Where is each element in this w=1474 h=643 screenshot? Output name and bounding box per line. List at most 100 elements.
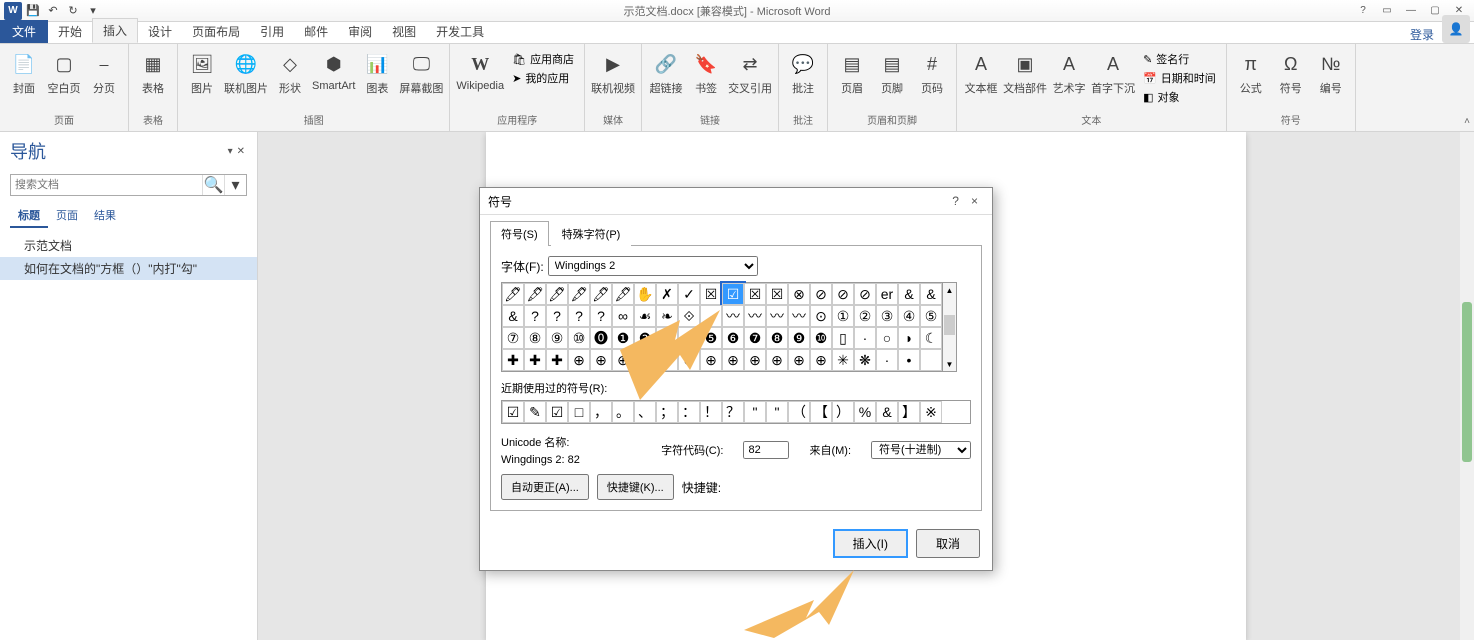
recent-symbol-cell[interactable]: ， — [590, 401, 612, 423]
recent-symbol-cell[interactable]: ） — [832, 401, 854, 423]
tab-symbols[interactable]: 符号(S) — [490, 221, 549, 246]
symbol-cell[interactable]: ❾ — [788, 327, 810, 349]
symbol-cell[interactable]: ◗ — [898, 327, 920, 349]
symbol-cell[interactable]: er — [876, 283, 898, 305]
from-select[interactable]: 符号(十进制) — [871, 441, 971, 459]
symbol-cell[interactable]: ⊕ — [700, 349, 722, 371]
dialog-help-icon[interactable]: ? — [946, 192, 965, 210]
symbol-cell[interactable]: ⑨ — [546, 327, 568, 349]
symbol-grid-scrollbar[interactable]: ▲ ▼ — [943, 282, 957, 372]
cmd-SmartArt[interactable]: ⬢SmartArt — [312, 50, 355, 92]
cmd-书签[interactable]: 🔖书签 — [688, 50, 724, 96]
symbol-cell[interactable]: ☑ — [722, 283, 744, 305]
nav-tab-页面[interactable]: 页面 — [48, 204, 86, 228]
recent-symbol-cell[interactable]: ！ — [700, 401, 722, 423]
symbol-cell[interactable]: 〰 — [744, 305, 766, 327]
symbol-cell[interactable]: ❶ — [612, 327, 634, 349]
cmd-艺术字[interactable]: A艺术字 — [1051, 50, 1087, 96]
symbol-cell[interactable]: ☙ — [634, 305, 656, 327]
recent-symbol-cell[interactable]: （ — [788, 401, 810, 423]
recent-symbol-cell[interactable]: 。 — [612, 401, 634, 423]
symbol-cell[interactable]: ⓿ — [590, 327, 612, 349]
symbol-cell[interactable]: ⊙ — [810, 305, 832, 327]
recent-symbol-cell[interactable]: ； — [656, 401, 678, 423]
symbol-cell[interactable]: ? — [546, 305, 568, 327]
cmd-图表[interactable]: 📊图表 — [359, 50, 395, 96]
cmd-文档部件[interactable]: ▣文档部件 — [1003, 50, 1047, 96]
tab-邮件[interactable]: 邮件 — [294, 20, 338, 43]
symbol-cell[interactable]: & — [920, 283, 942, 305]
symbol-cell[interactable]: ⊘ — [810, 283, 832, 305]
cmd-编号[interactable]: №编号 — [1313, 50, 1349, 96]
symbol-cell[interactable]: ⑤ — [920, 305, 942, 327]
symbol-cell[interactable]: ⊘ — [832, 283, 854, 305]
recent-symbol-cell[interactable]: % — [854, 401, 876, 423]
tab-审阅[interactable]: 审阅 — [338, 20, 382, 43]
cmd-交叉引用[interactable]: ⇄交叉引用 — [728, 50, 772, 96]
symbol-cell[interactable]: ⟐ — [678, 305, 700, 327]
symbol-cell[interactable]: ⊕ — [788, 349, 810, 371]
symbol-cell[interactable]: ❿ — [810, 327, 832, 349]
recent-symbol-cell[interactable]: " — [744, 401, 766, 423]
cmd-日期和时间[interactable]: 📅日期和时间 — [1139, 69, 1220, 87]
symbol-cell[interactable]: ? — [590, 305, 612, 327]
cancel-button[interactable]: 取消 — [916, 529, 980, 558]
symbol-cell[interactable]: ⊕ — [634, 349, 656, 371]
symbol-cell[interactable]: ? — [568, 305, 590, 327]
tab-file[interactable]: 文件 — [0, 20, 48, 43]
cmd-Wikipedia[interactable]: WWikipedia — [456, 50, 504, 92]
symbol-cell[interactable]: 〰 — [766, 305, 788, 327]
cmd-联机视频[interactable]: ▶联机视频 — [591, 50, 635, 96]
symbol-cell[interactable]: ❋ — [854, 349, 876, 371]
symbol-cell[interactable]: ⊕ — [722, 349, 744, 371]
cmd-表格[interactable]: ▦表格 — [135, 50, 171, 96]
symbol-cell[interactable]: 🖊 — [590, 283, 612, 305]
symbol-cell[interactable]: 🖊 — [502, 283, 524, 305]
symbol-cell[interactable]: ☒ — [700, 283, 722, 305]
symbol-cell[interactable]: ? — [524, 305, 546, 327]
save-icon[interactable]: 💾 — [24, 2, 42, 20]
symbol-cell[interactable]: 🖋 — [568, 283, 590, 305]
symbol-cell[interactable]: ○ — [876, 327, 898, 349]
symbol-cell[interactable]: 🖋 — [612, 283, 634, 305]
cmd-符号[interactable]: Ω符号 — [1273, 50, 1309, 96]
symbol-cell[interactable]: ✚ — [524, 349, 546, 371]
cmd-超链接[interactable]: 🔗超链接 — [648, 50, 684, 96]
ribbon-display-icon[interactable]: ▭ — [1376, 2, 1398, 20]
symbol-cell[interactable]: ② — [854, 305, 876, 327]
symbol-cell[interactable]: · — [700, 305, 722, 327]
symbol-cell[interactable]: ∞ — [612, 305, 634, 327]
symbol-cell[interactable]: ☾ — [920, 327, 942, 349]
symbol-cell[interactable]: ① — [832, 305, 854, 327]
recent-symbol-cell[interactable]: ※ — [920, 401, 942, 423]
search-icon[interactable]: 🔍 — [202, 175, 224, 195]
tab-插入[interactable]: 插入 — [92, 18, 138, 43]
cmd-图片[interactable]: 🖼图片 — [184, 50, 220, 96]
tab-开发工具[interactable]: 开发工具 — [426, 20, 494, 43]
font-select[interactable]: Wingdings 2 — [548, 256, 758, 276]
cmd-联机图片[interactable]: 🌐联机图片 — [224, 50, 268, 96]
redo-icon[interactable]: ↻ — [64, 2, 82, 20]
symbol-cell[interactable]: ⊘ — [854, 283, 876, 305]
recent-symbol-cell[interactable]: 】 — [898, 401, 920, 423]
recent-symbol-cell[interactable]: 、 — [634, 401, 656, 423]
recent-symbol-cell[interactable]: ✎ — [524, 401, 546, 423]
nav-heading-item[interactable]: 如何在文档的"方框（）"内打"勾" — [0, 257, 257, 280]
symbol-cell[interactable]: ⊕ — [744, 349, 766, 371]
symbol-cell[interactable]: ⊕ — [612, 349, 634, 371]
avatar-icon[interactable]: 👤 — [1442, 15, 1470, 43]
symbol-cell[interactable]: ⑦ — [502, 327, 524, 349]
scroll-thumb[interactable] — [944, 315, 955, 335]
recent-symbol-cell[interactable]: 【 — [810, 401, 832, 423]
tab-页面布局[interactable]: 页面布局 — [182, 20, 250, 43]
tab-开始[interactable]: 开始 — [48, 20, 92, 43]
symbol-cell[interactable]: ⊕ — [766, 349, 788, 371]
cmd-公式[interactable]: π公式 — [1233, 50, 1269, 96]
search-input[interactable] — [11, 175, 202, 195]
symbol-cell[interactable]: ❷ — [634, 327, 656, 349]
cmd-分页[interactable]: ⎯分页 — [86, 50, 122, 96]
symbol-cell[interactable]: • — [898, 349, 920, 371]
symbol-cell[interactable]: ④ — [898, 305, 920, 327]
symbol-cell[interactable]: 🖋 — [524, 283, 546, 305]
symbol-cell[interactable]: ③ — [876, 305, 898, 327]
